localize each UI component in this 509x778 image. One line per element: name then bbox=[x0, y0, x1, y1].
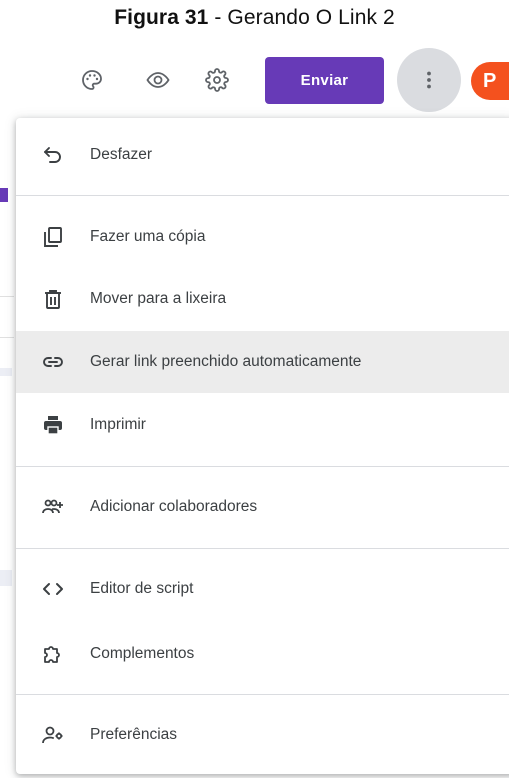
menu-item-prefilled-link[interactable]: Gerar link preenchido automaticamente bbox=[16, 331, 509, 393]
puzzle-icon bbox=[40, 641, 66, 667]
menu-item-script-editor[interactable]: Editor de script bbox=[16, 558, 509, 620]
undo-icon bbox=[40, 142, 66, 168]
caption-text: - Gerando O Link 2 bbox=[208, 6, 395, 29]
person-settings-icon bbox=[40, 722, 66, 748]
menu-divider bbox=[16, 694, 509, 695]
gear-icon[interactable] bbox=[203, 66, 231, 94]
more-vert-icon bbox=[427, 71, 431, 89]
send-button[interactable]: Enviar bbox=[265, 57, 384, 104]
menu-item-label: Editor de script bbox=[90, 580, 194, 597]
background-block bbox=[0, 570, 12, 586]
menu-item-undo[interactable]: Desfazer bbox=[16, 124, 509, 186]
menu-item-add-ons[interactable]: Complementos bbox=[16, 623, 509, 685]
background-block bbox=[0, 368, 12, 376]
menu-divider bbox=[16, 195, 509, 196]
add-people-icon bbox=[40, 494, 66, 520]
menu-item-label: Preferências bbox=[90, 726, 178, 743]
caption-bold: Figura 31 bbox=[114, 6, 209, 29]
menu-item-label: Desfazer bbox=[90, 146, 153, 163]
code-icon bbox=[40, 576, 66, 602]
menu-divider bbox=[16, 548, 509, 549]
menu-item-label: Mover para a lixeira bbox=[90, 290, 227, 307]
background-divider bbox=[0, 296, 14, 297]
menu-divider bbox=[16, 466, 509, 467]
menu-item-trash[interactable]: Mover para a lixeira bbox=[16, 268, 509, 330]
background-accent bbox=[0, 188, 8, 202]
menu-item-preferences[interactable]: Preferências bbox=[16, 704, 509, 766]
menu-item-add-collaborators[interactable]: Adicionar colaboradores bbox=[16, 476, 509, 538]
eye-icon[interactable] bbox=[144, 66, 172, 94]
print-icon bbox=[40, 412, 66, 438]
trash-icon bbox=[40, 286, 66, 312]
copy-icon bbox=[40, 224, 66, 250]
more-options-menu: Desfazer Fazer uma cópia Mover para a li… bbox=[16, 118, 509, 774]
background-divider bbox=[0, 337, 14, 338]
top-toolbar: Enviar P bbox=[0, 48, 509, 112]
menu-item-label: Complementos bbox=[90, 645, 195, 662]
figure-caption: Figura 31 - Gerando O Link 2 bbox=[0, 6, 509, 30]
menu-item-label: Adicionar colaboradores bbox=[90, 498, 258, 515]
menu-item-label: Gerar link preenchido automaticamente bbox=[90, 353, 362, 370]
palette-icon[interactable] bbox=[78, 66, 106, 94]
menu-item-print[interactable]: Imprimir bbox=[16, 394, 509, 456]
menu-item-label: Fazer uma cópia bbox=[90, 228, 206, 245]
menu-item-copy[interactable]: Fazer uma cópia bbox=[16, 206, 509, 268]
more-options-button[interactable] bbox=[397, 48, 461, 112]
menu-item-label: Imprimir bbox=[90, 416, 146, 433]
avatar[interactable]: P bbox=[471, 62, 509, 100]
link-icon bbox=[40, 349, 66, 375]
